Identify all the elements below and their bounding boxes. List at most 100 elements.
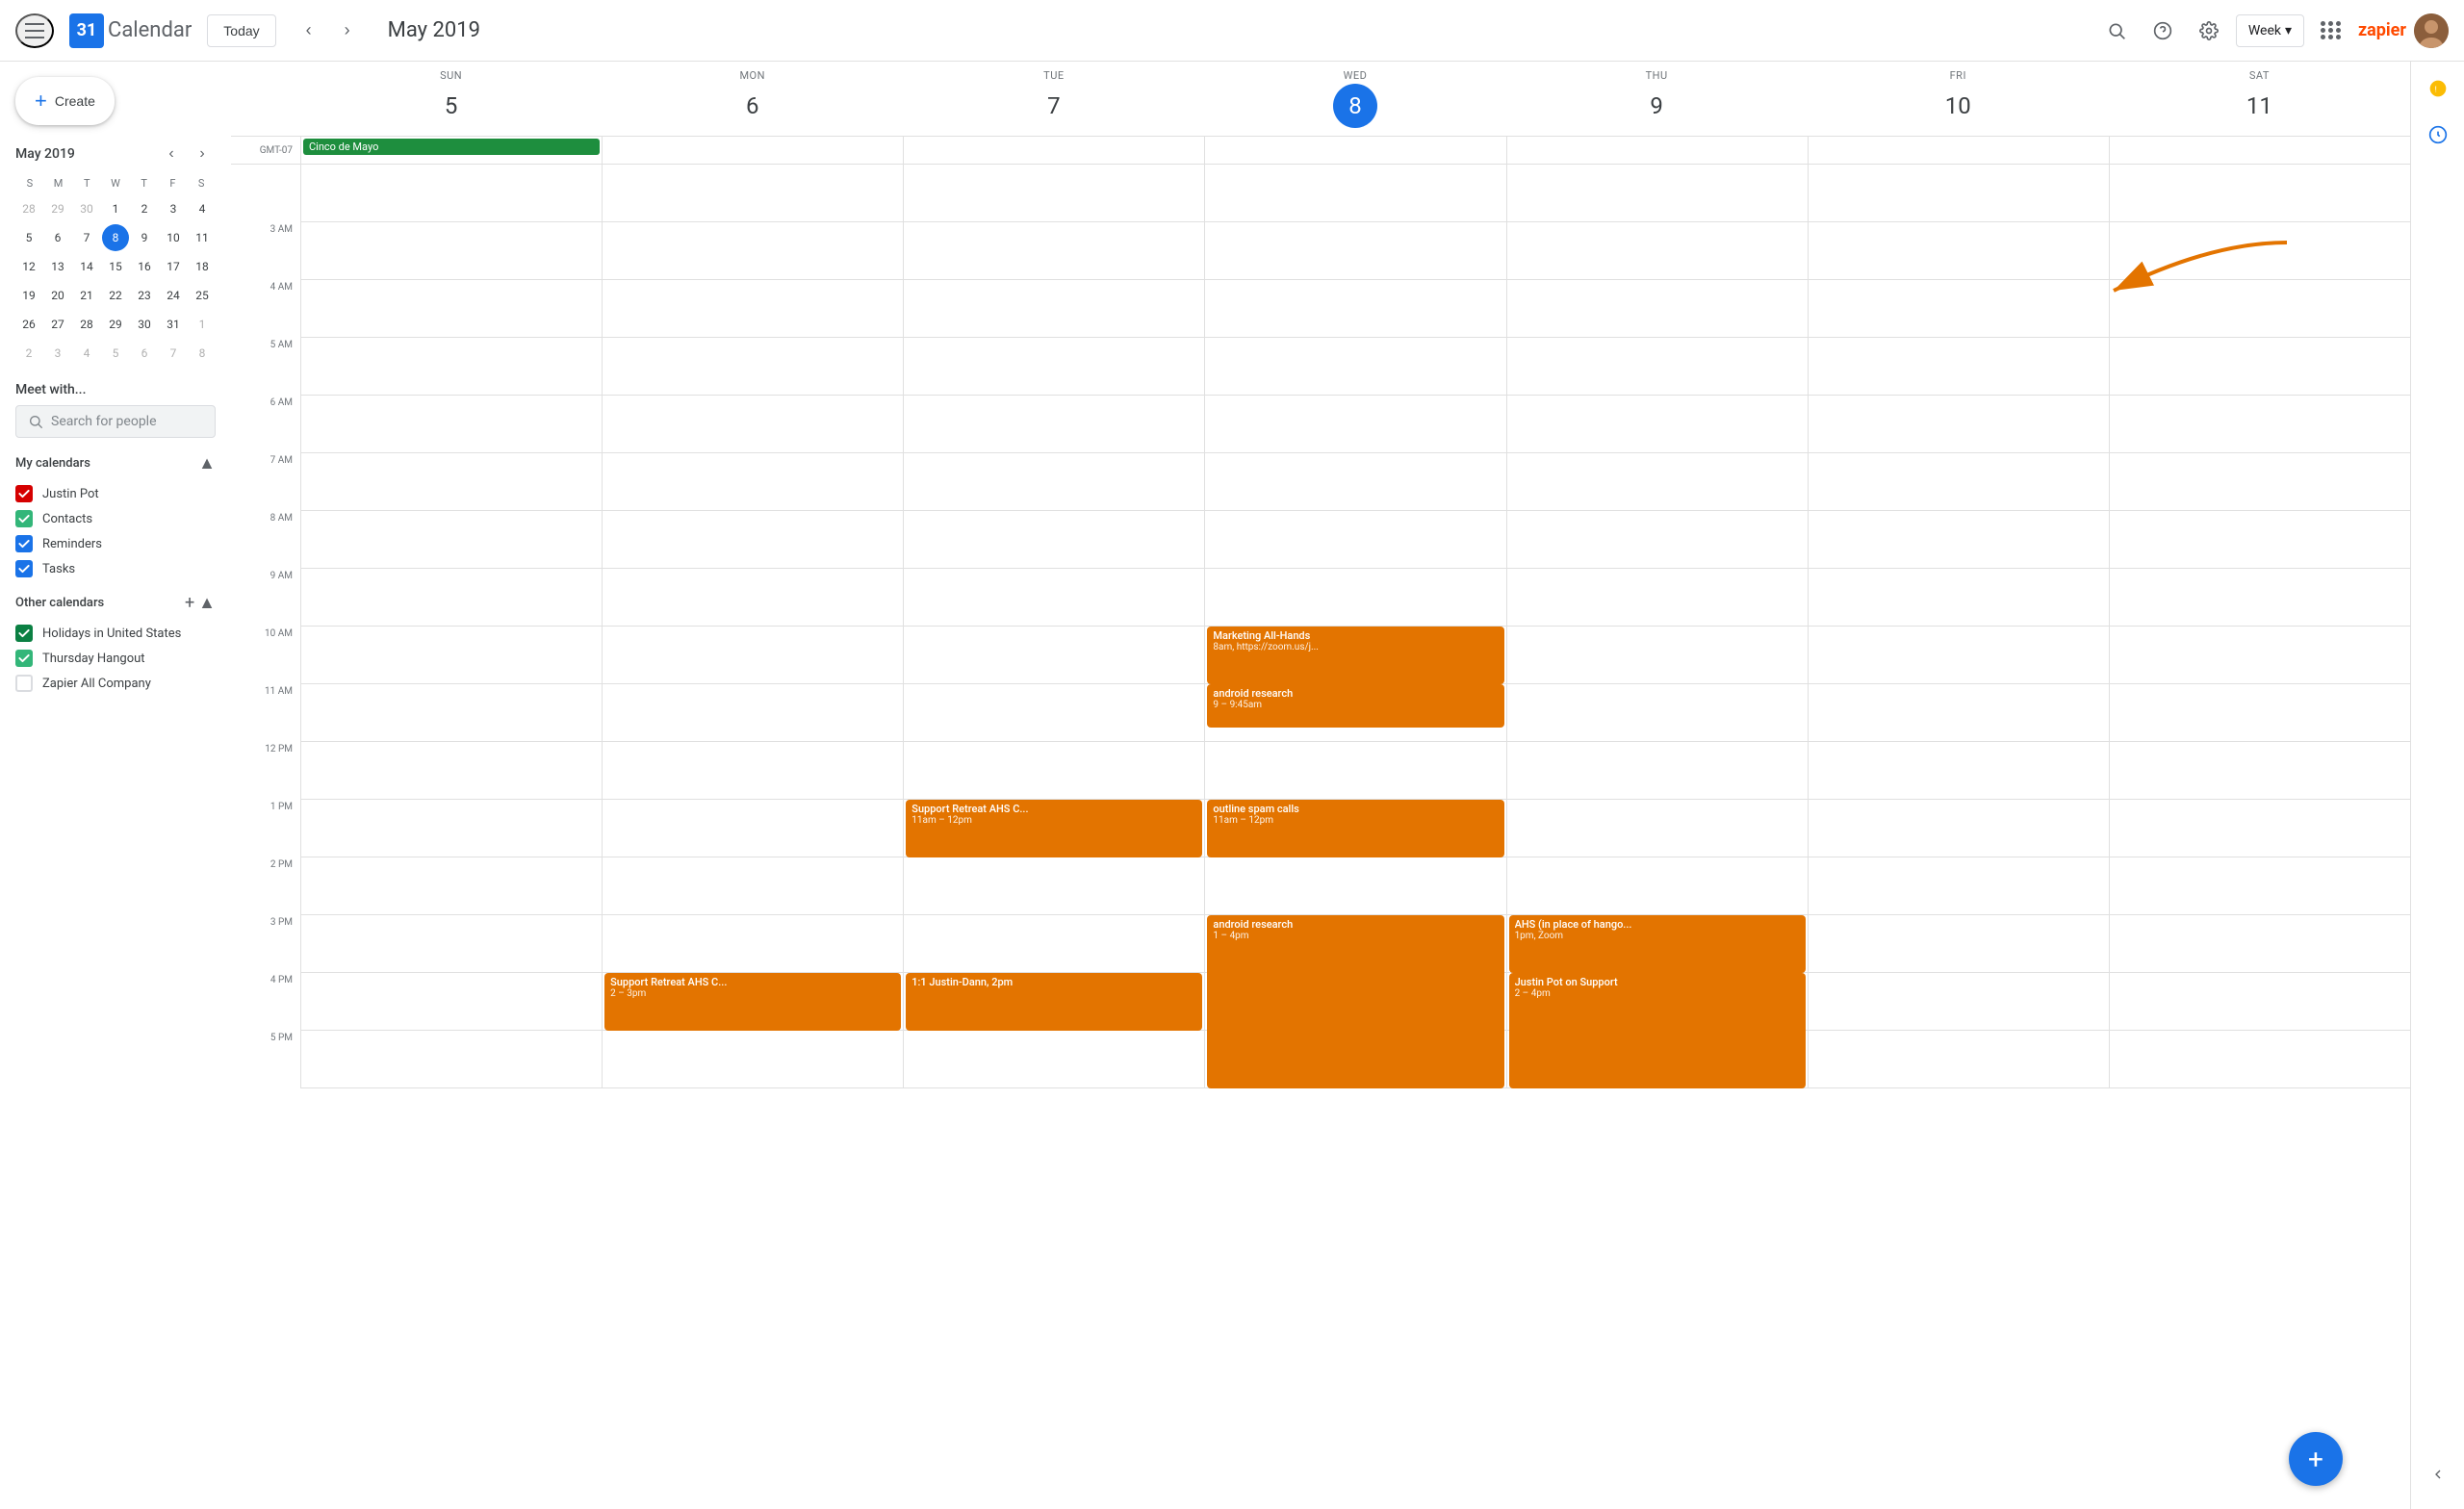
right-sidebar-icon-2[interactable] <box>2419 115 2457 154</box>
mini-cal-next[interactable]: › <box>189 141 216 167</box>
mini-cal-day[interactable]: 5 <box>102 340 129 367</box>
mini-cal-day[interactable]: 12 <box>15 253 42 280</box>
my-calendar-item[interactable]: Reminders <box>15 531 216 556</box>
mini-cal-day[interactable]: 17 <box>160 253 187 280</box>
day-header[interactable]: WED8 <box>1204 62 1505 136</box>
next-arrow[interactable]: › <box>330 13 365 48</box>
mini-cal-day[interactable]: 7 <box>73 224 100 251</box>
day-column[interactable] <box>2109 165 2410 1088</box>
day-column[interactable]: AHS (in place of hango...1pm, ZoomJustin… <box>1506 165 1808 1088</box>
user-avatar[interactable] <box>2414 13 2449 48</box>
allday-cell[interactable] <box>2109 137 2410 164</box>
mini-cal-day[interactable]: 20 <box>44 282 71 309</box>
allday-cell[interactable] <box>1808 137 2109 164</box>
mini-cal-day[interactable]: 7 <box>160 340 187 367</box>
mini-cal-prev[interactable]: ‹ <box>158 141 185 167</box>
mini-cal-day[interactable]: 4 <box>189 195 216 222</box>
search-button[interactable] <box>2097 12 2136 50</box>
day-column[interactable]: Support Retreat AHS C...2 – 3pm <box>602 165 903 1088</box>
day-header[interactable]: TUE7 <box>903 62 1204 136</box>
view-selector[interactable]: Week ▾ <box>2236 14 2304 47</box>
mini-cal-day[interactable]: 16 <box>131 253 158 280</box>
menu-button[interactable] <box>15 13 54 48</box>
mini-cal-day[interactable]: 4 <box>73 340 100 367</box>
my-calendars-header[interactable]: My calendars ▲ <box>15 453 216 473</box>
mini-cal-day[interactable]: 11 <box>189 224 216 251</box>
mini-cal-day[interactable]: 10 <box>160 224 187 251</box>
mini-cal-day[interactable]: 21 <box>73 282 100 309</box>
mini-cal-day[interactable]: 18 <box>189 253 216 280</box>
add-calendar-icon[interactable]: + <box>185 593 194 613</box>
allday-cell[interactable] <box>602 137 903 164</box>
apps-button[interactable] <box>2312 12 2350 50</box>
allday-cell[interactable] <box>1204 137 1505 164</box>
mini-cal-day[interactable]: 1 <box>189 311 216 338</box>
mini-cal-day[interactable]: 25 <box>189 282 216 309</box>
mini-cal-day[interactable]: 9 <box>131 224 158 251</box>
day-header[interactable]: SAT11 <box>2109 62 2410 136</box>
day-header[interactable]: FRI10 <box>1808 62 2109 136</box>
mini-cal-day[interactable]: 5 <box>15 224 42 251</box>
help-button[interactable] <box>2143 12 2182 50</box>
mini-cal-day[interactable]: 1 <box>102 195 129 222</box>
day-column[interactable] <box>1808 165 2109 1088</box>
other-calendar-item[interactable]: Thursday Hangout <box>15 646 216 671</box>
day-column[interactable] <box>300 165 602 1088</box>
day-header[interactable]: THU9 <box>1506 62 1808 136</box>
calendar-event[interactable]: Marketing All-Hands8am, https://zoom.us/… <box>1207 627 1503 684</box>
other-calendars-header[interactable]: Other calendars + ▲ <box>15 593 216 613</box>
calendar-event[interactable]: Support Retreat AHS C...11am – 12pm <box>906 800 1202 857</box>
mini-cal-day[interactable]: 14 <box>73 253 100 280</box>
mini-cal-day[interactable]: 30 <box>73 195 100 222</box>
mini-cal-day[interactable]: 2 <box>15 340 42 367</box>
settings-button[interactable] <box>2190 12 2228 50</box>
mini-cal-day[interactable]: 26 <box>15 311 42 338</box>
mini-cal-day[interactable]: 8 <box>189 340 216 367</box>
mini-cal-day[interactable]: 15 <box>102 253 129 280</box>
right-sidebar-chevron[interactable] <box>2419 1455 2457 1494</box>
today-button[interactable]: Today <box>207 14 275 47</box>
mini-cal-day[interactable]: 28 <box>15 195 42 222</box>
day-column[interactable]: Support Retreat AHS C...11am – 12pm 1:1 J… <box>903 165 1204 1088</box>
mini-cal-day[interactable]: 3 <box>44 340 71 367</box>
time-grid-scroll[interactable]: 3 AM4 AM5 AM6 AM7 AM8 AM9 AM10 AM11 AM12… <box>231 165 2410 1509</box>
mini-cal-day[interactable]: 28 <box>73 311 100 338</box>
other-calendar-item[interactable]: Holidays in United States <box>15 621 216 646</box>
calendar-event[interactable]: 1:1 Justin-Dann, 2pm <box>906 973 1202 1031</box>
calendar-event[interactable]: AHS (in place of hango...1pm, Zoom <box>1509 915 1806 973</box>
mini-cal-day[interactable]: 23 <box>131 282 158 309</box>
mini-cal-day[interactable]: 3 <box>160 195 187 222</box>
people-search-field[interactable]: Search for people <box>15 405 216 438</box>
allday-cell[interactable] <box>903 137 1204 164</box>
day-header[interactable]: SUN5 <box>300 62 602 136</box>
mini-cal-day[interactable]: 13 <box>44 253 71 280</box>
create-button[interactable]: + Create <box>15 77 115 125</box>
allday-cell[interactable] <box>1506 137 1808 164</box>
other-calendar-item[interactable]: Zapier All Company <box>15 671 216 696</box>
calendar-event[interactable]: outline spam calls11am – 12pm <box>1207 800 1503 857</box>
calendar-event[interactable]: android research9 – 9:45am <box>1207 684 1503 728</box>
mini-cal-day[interactable]: 31 <box>160 311 187 338</box>
right-sidebar-icon-1[interactable]: ! <box>2419 69 2457 108</box>
mini-cal-day[interactable]: 29 <box>44 195 71 222</box>
mini-cal-day[interactable]: 6 <box>131 340 158 367</box>
allday-event[interactable]: Cinco de Mayo <box>303 139 600 155</box>
calendar-event[interactable]: Justin Pot on Support2 – 4pm <box>1509 973 1806 1088</box>
mini-cal-day[interactable]: 30 <box>131 311 158 338</box>
mini-cal-day[interactable]: 29 <box>102 311 129 338</box>
mini-cal-day[interactable]: 2 <box>131 195 158 222</box>
mini-cal-day[interactable]: 22 <box>102 282 129 309</box>
prev-arrow[interactable]: ‹ <box>292 13 326 48</box>
my-calendar-item[interactable]: Justin Pot <box>15 481 216 506</box>
mini-cal-day[interactable]: 27 <box>44 311 71 338</box>
day-header[interactable]: MON6 <box>602 62 903 136</box>
mini-cal-day[interactable]: 19 <box>15 282 42 309</box>
my-calendar-item[interactable]: Contacts <box>15 506 216 531</box>
mini-cal-day[interactable]: 24 <box>160 282 187 309</box>
fab-add-button[interactable]: + <box>2289 1432 2343 1486</box>
mini-cal-day[interactable]: 6 <box>44 224 71 251</box>
calendar-event[interactable]: android research1 – 4pm <box>1207 915 1503 1088</box>
allday-cell[interactable]: Cinco de Mayo <box>300 137 602 164</box>
day-column[interactable]: Marketing All-Hands8am, https://zoom.us/… <box>1204 165 1505 1088</box>
my-calendar-item[interactable]: Tasks <box>15 556 216 581</box>
